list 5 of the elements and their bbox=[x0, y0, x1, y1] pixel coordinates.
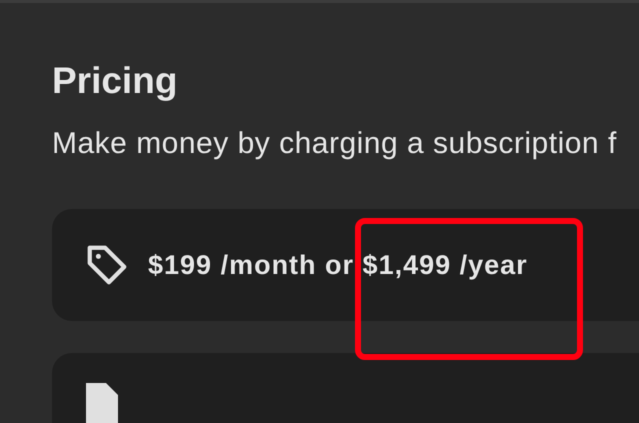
document-icon bbox=[84, 383, 120, 423]
price-label: $199 /month or $1,499 /year bbox=[148, 250, 528, 280]
section-description: Make money by charging a subscription f bbox=[52, 127, 618, 161]
section-title: Pricing bbox=[52, 61, 178, 101]
pricing-card[interactable]: $199 /month or $1,499 /year bbox=[52, 209, 639, 321]
